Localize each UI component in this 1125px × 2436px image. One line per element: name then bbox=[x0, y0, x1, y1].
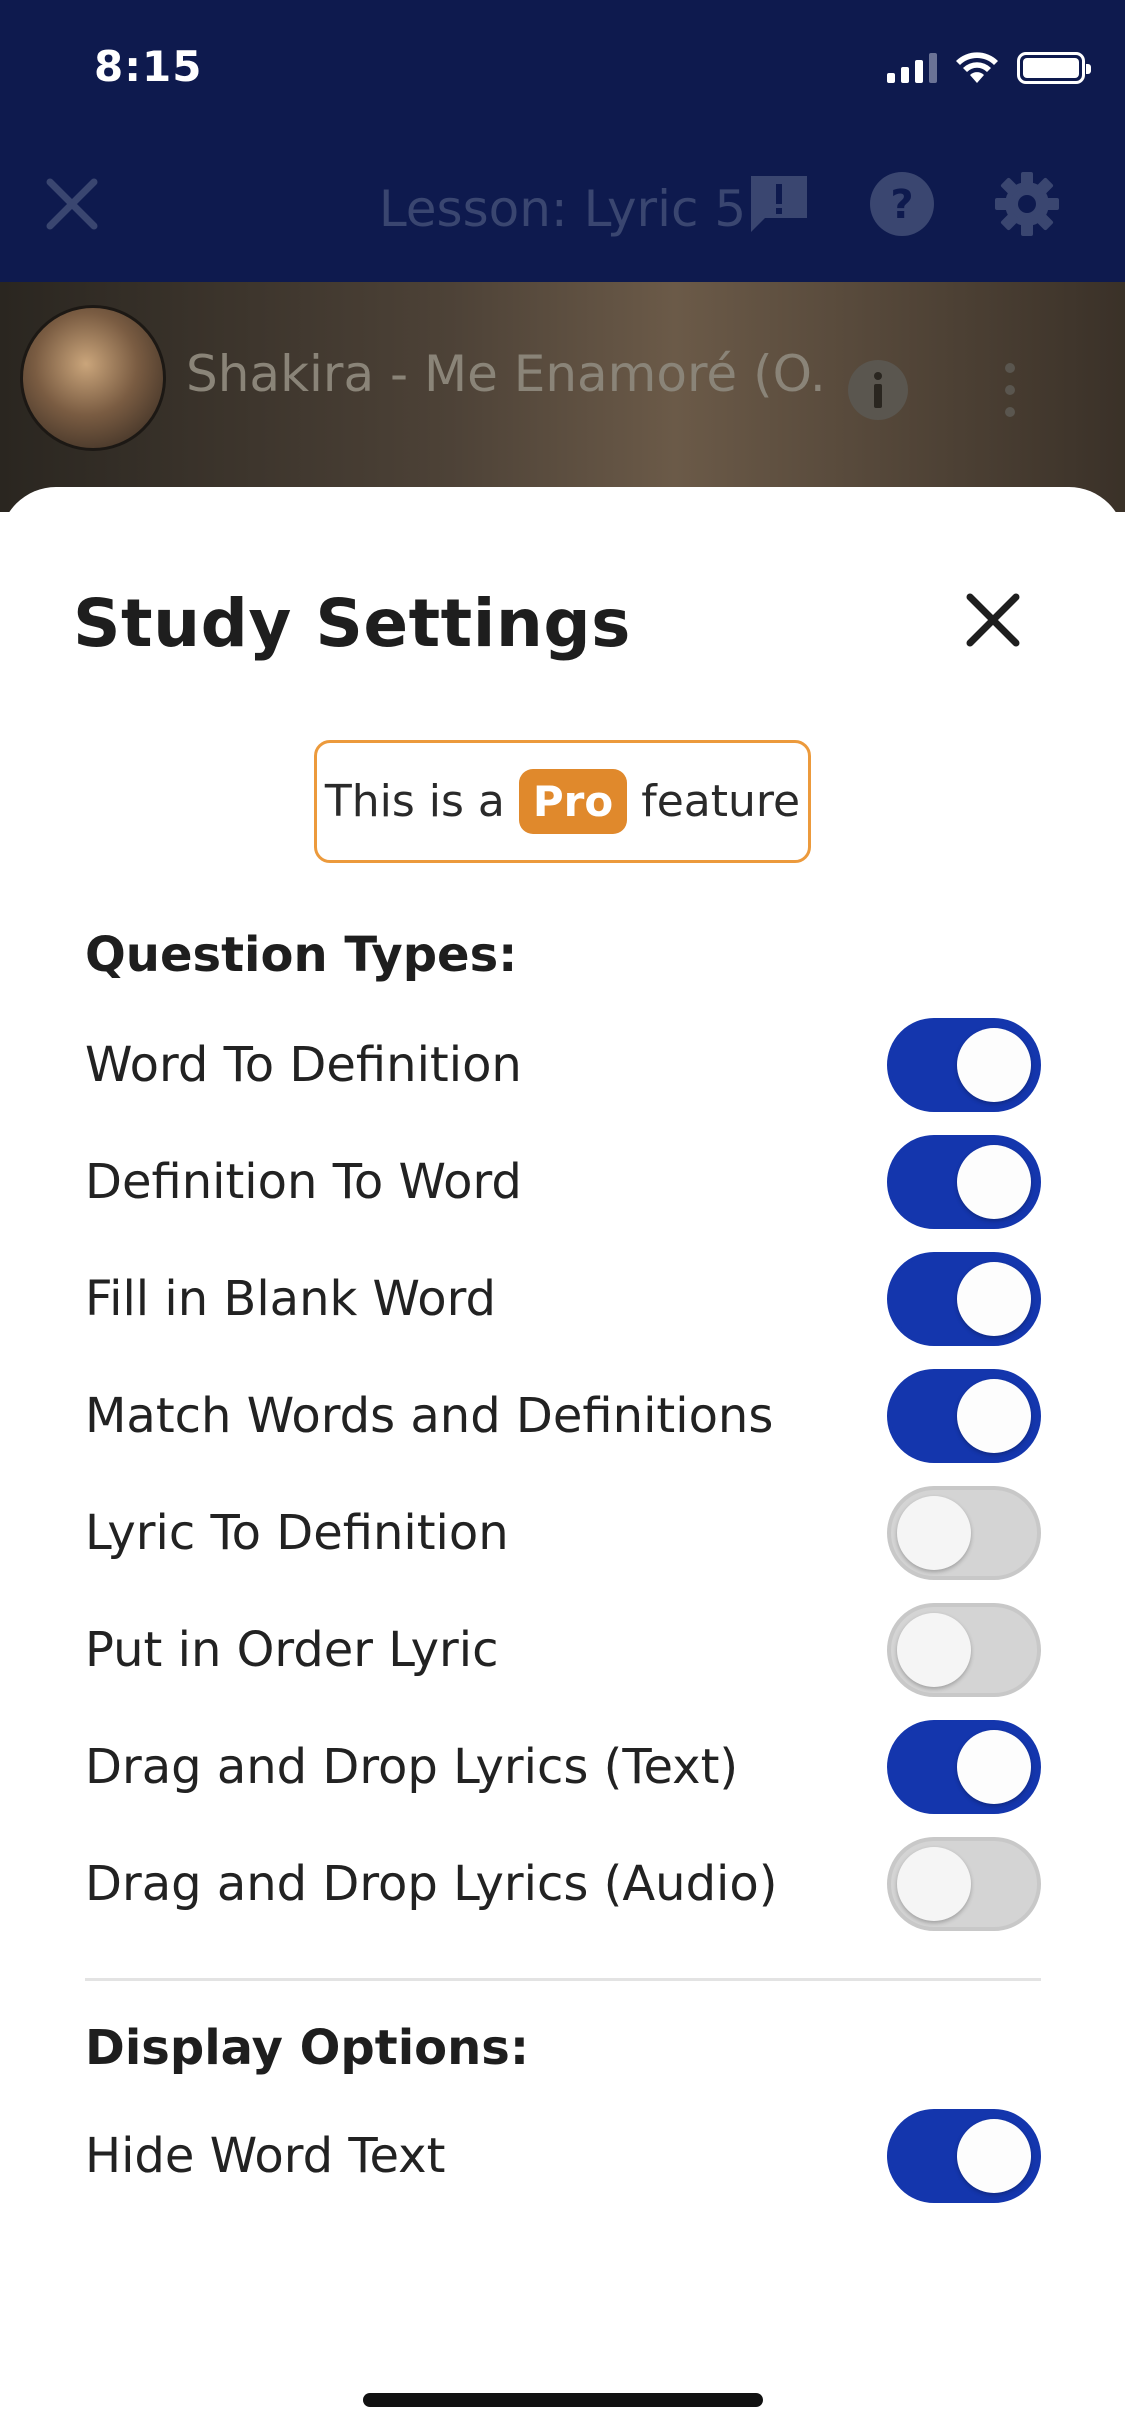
pro-feature-notice: This is a Pro feature bbox=[314, 740, 811, 863]
setting-row: Lyric To Definition bbox=[85, 1485, 1041, 1581]
toggle-switch[interactable] bbox=[887, 1603, 1041, 1697]
status-icons bbox=[887, 48, 1091, 88]
setting-row: Put in Order Lyric bbox=[85, 1602, 1041, 1698]
display-options-header: Display Options: bbox=[85, 2020, 530, 2076]
more-options-icon[interactable] bbox=[990, 358, 1030, 422]
screen: 8:15 Lesson: Lyric 5 ? Shakira - Me Enam… bbox=[0, 0, 1125, 2436]
setting-label: Definition To Word bbox=[85, 1154, 522, 1210]
lesson-title: Lesson: Lyric 5 bbox=[378, 180, 747, 238]
cellular-signal-icon bbox=[887, 53, 937, 83]
svg-text:?: ? bbox=[890, 182, 913, 228]
settings-gear-icon[interactable] bbox=[993, 170, 1061, 238]
setting-label: Lyric To Definition bbox=[85, 1505, 509, 1561]
setting-label: Drag and Drop Lyrics (Text) bbox=[85, 1739, 739, 1795]
setting-label: Match Words and Definitions bbox=[85, 1388, 774, 1444]
toggle-switch[interactable] bbox=[887, 1252, 1041, 1346]
wifi-icon bbox=[956, 52, 998, 83]
setting-label: Put in Order Lyric bbox=[85, 1622, 499, 1678]
channel-avatar bbox=[20, 305, 166, 451]
app-header: 8:15 Lesson: Lyric 5 ? bbox=[0, 0, 1125, 282]
setting-row: Drag and Drop Lyrics (Audio) bbox=[85, 1836, 1041, 1932]
setting-row: Definition To Word bbox=[85, 1134, 1041, 1230]
home-indicator bbox=[363, 2393, 763, 2407]
battery-icon bbox=[1017, 52, 1091, 84]
sheet-title: Study Settings bbox=[73, 585, 631, 662]
setting-row: Match Words and Definitions bbox=[85, 1368, 1041, 1464]
toggle-switch[interactable] bbox=[887, 1018, 1041, 1112]
setting-row: Hide Word Text bbox=[85, 2108, 1041, 2204]
setting-label: Drag and Drop Lyrics (Audio) bbox=[85, 1856, 778, 1912]
toggle-switch[interactable] bbox=[887, 2109, 1041, 2203]
pro-notice-prefix: This is a bbox=[324, 776, 505, 827]
question-types-header: Question Types: bbox=[85, 927, 518, 983]
status-time: 8:15 bbox=[94, 42, 203, 91]
setting-row: Drag and Drop Lyrics (Text) bbox=[85, 1719, 1041, 1815]
close-icon[interactable] bbox=[960, 587, 1026, 653]
pro-notice-suffix: feature bbox=[641, 776, 801, 827]
toggle-switch[interactable] bbox=[887, 1369, 1041, 1463]
help-icon[interactable]: ? bbox=[868, 170, 936, 238]
setting-row: Fill in Blank Word bbox=[85, 1251, 1041, 1347]
info-icon[interactable] bbox=[846, 358, 910, 422]
setting-label: Word To Definition bbox=[85, 1037, 522, 1093]
video-title: Shakira - Me Enamoré (O... bbox=[186, 345, 826, 403]
setting-label: Hide Word Text bbox=[85, 2128, 446, 2184]
setting-label: Fill in Blank Word bbox=[85, 1271, 496, 1327]
section-divider bbox=[85, 1978, 1041, 1981]
toggle-switch[interactable] bbox=[887, 1837, 1041, 1931]
pro-badge: Pro bbox=[518, 769, 628, 834]
toggle-switch[interactable] bbox=[887, 1135, 1041, 1229]
study-settings-sheet: Study Settings This is a Pro feature Que… bbox=[0, 487, 1125, 2436]
toggle-switch[interactable] bbox=[887, 1720, 1041, 1814]
report-icon[interactable] bbox=[745, 170, 813, 238]
toggle-switch[interactable] bbox=[887, 1486, 1041, 1580]
setting-row: Word To Definition bbox=[85, 1017, 1041, 1113]
